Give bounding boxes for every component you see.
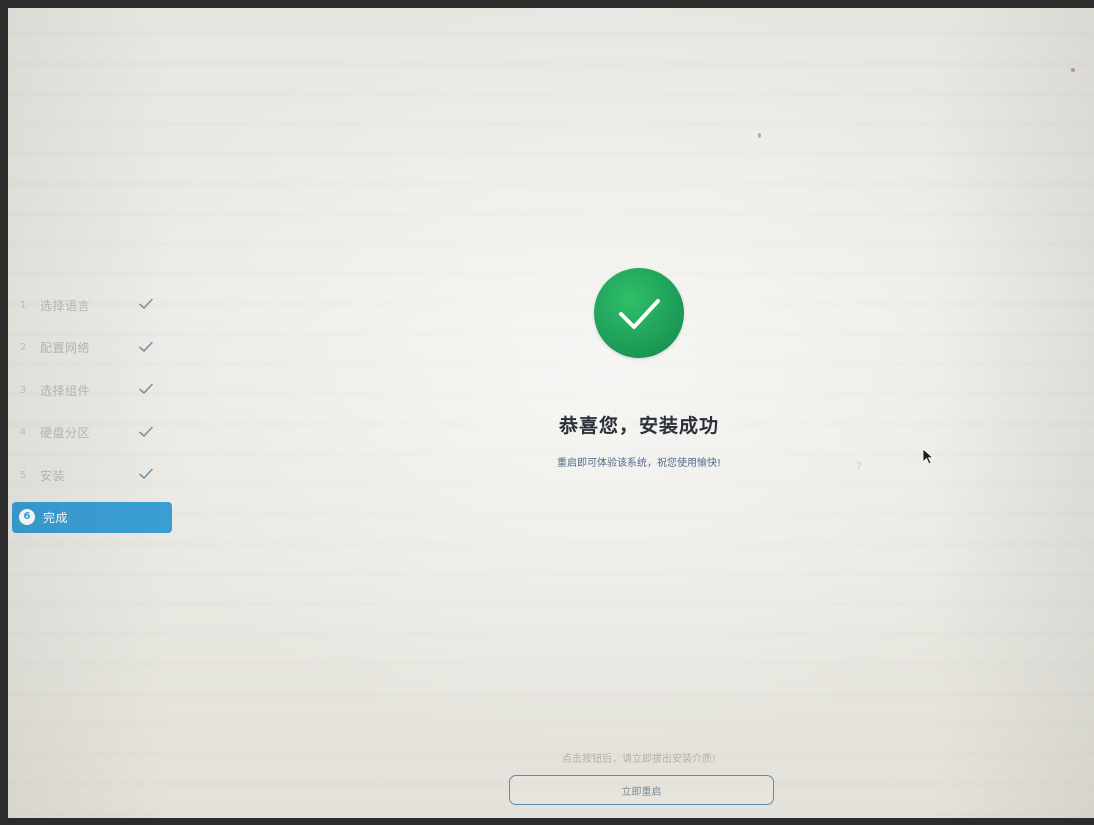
success-subtitle: 重启即可体验该系统，祝您使用愉快! bbox=[556, 458, 721, 469]
remove-media-hint: 点击按钮后，请立即拔出安装介质! bbox=[561, 754, 716, 765]
step-select-language: 1 选择语言 bbox=[12, 289, 172, 321]
help-icon: ? bbox=[856, 460, 862, 473]
step-number: 6 bbox=[19, 509, 35, 525]
step-label: 完成 bbox=[43, 510, 69, 525]
step-number: 4 bbox=[19, 427, 27, 438]
check-icon bbox=[139, 426, 153, 437]
check-icon bbox=[139, 341, 153, 352]
screen-speck bbox=[1071, 68, 1075, 72]
success-check-icon bbox=[594, 268, 684, 358]
step-select-components: 3 选择组件 bbox=[12, 374, 172, 406]
step-number: 2 bbox=[19, 342, 27, 353]
step-configure-network: 2 配置网络 bbox=[12, 332, 172, 364]
step-label: 硬盘分区 bbox=[40, 426, 91, 440]
step-label: 配置网络 bbox=[40, 341, 91, 355]
check-icon bbox=[139, 468, 153, 479]
mouse-cursor-icon bbox=[922, 448, 935, 465]
step-number: 1 bbox=[19, 299, 27, 311]
step-install: 5 安装 bbox=[12, 459, 172, 491]
step-label: 选择组件 bbox=[40, 383, 91, 398]
step-label: 选择语言 bbox=[40, 298, 91, 313]
step-label: 安装 bbox=[40, 468, 66, 483]
check-icon bbox=[139, 298, 153, 309]
success-title: 恭喜您，安装成功 bbox=[558, 415, 719, 437]
step-finish: 6 完成 bbox=[12, 501, 172, 533]
step-number: 5 bbox=[19, 469, 27, 481]
screen-speck bbox=[758, 133, 761, 138]
installer-steps: 1 选择语言 2 配置网络 3 选择组件 4 硬盘分区 5 安装 6 完成 bbox=[12, 289, 172, 543]
step-disk-partition: 4 硬盘分区 bbox=[12, 417, 172, 449]
step-number: 3 bbox=[19, 384, 27, 396]
installer-screen: 1 选择语言 2 配置网络 3 选择组件 4 硬盘分区 5 安装 6 完成 恭喜… bbox=[8, 8, 1094, 818]
restart-now-button[interactable]: 立即重启 bbox=[509, 775, 774, 805]
check-icon bbox=[139, 383, 153, 394]
